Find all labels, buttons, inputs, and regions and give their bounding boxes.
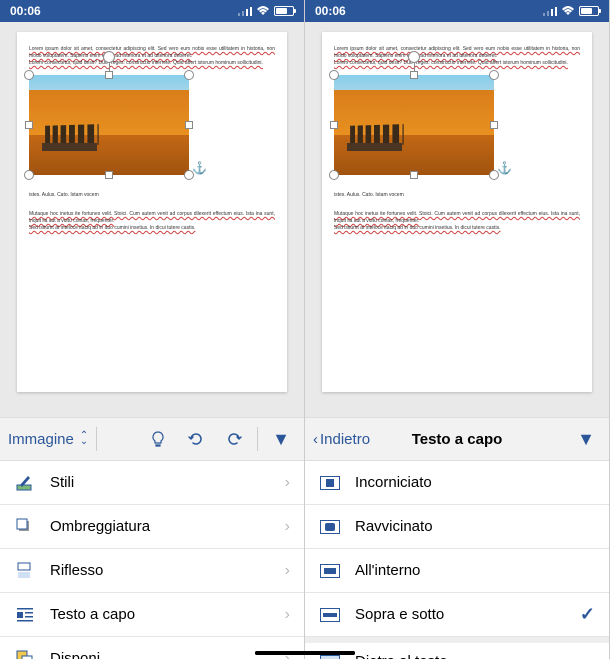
resize-handle-tr[interactable]	[184, 70, 194, 80]
wifi-icon	[256, 6, 270, 16]
resize-handle-tl[interactable]	[24, 70, 34, 80]
wrap-option-label: Sopra e sotto	[355, 606, 566, 623]
resize-handle-mr[interactable]	[490, 121, 498, 129]
chevron-right-icon: ›	[285, 562, 290, 580]
collapse-icon[interactable]: ▼	[266, 429, 296, 450]
menu-item-ombreggiatura[interactable]: Ombreggiatura ›	[0, 505, 304, 549]
document-canvas[interactable]: Lorem ipsum dolor sit amet, consectetur …	[305, 22, 609, 417]
resize-handle-tl[interactable]	[329, 70, 339, 80]
clock: 00:06	[315, 4, 346, 18]
doc-paragraph: Lorem consectetur, quid desit? Duo Reges…	[29, 60, 275, 67]
selected-image[interactable]: ⚓	[29, 75, 189, 175]
clock: 00:06	[10, 4, 41, 18]
status-bar: 00:06	[0, 0, 304, 22]
menu-item-disponi[interactable]: Disponi›	[0, 637, 304, 659]
chevron-left-icon: ‹	[313, 431, 318, 448]
anchor-icon[interactable]: ⚓	[192, 161, 207, 175]
chevron-right-icon: ›	[285, 606, 290, 624]
format-toolbar: Immagine ⌃⌄ ▼	[0, 417, 304, 461]
park-bench-photo	[334, 75, 494, 175]
panel-title: Testo a capo	[412, 431, 503, 448]
image-caption: istes. Aulus. Cato. Istam vocem	[334, 192, 404, 198]
rotate-handle[interactable]	[103, 51, 115, 63]
wrap-option-label: All'interno	[355, 562, 595, 579]
chevron-right-icon: ›	[285, 474, 290, 492]
brush-icon	[14, 472, 36, 494]
wifi-icon	[561, 6, 575, 16]
doc-paragraph: Lorem consectetur, quid desit? Duo Reges…	[334, 60, 580, 67]
doc-paragraph: Mutaque hoc inetus ite fortunes velit. S…	[29, 211, 275, 225]
wrap-option-dietro[interactable]: Dietro al testo	[305, 637, 609, 659]
image-menu: Stili›Ombreggiatura›Riflesso›Testo a cap…	[0, 461, 304, 659]
resize-handle-tr[interactable]	[489, 70, 499, 80]
doc-paragraph: Mutaque hoc inetus ite fortunes velit. S…	[334, 211, 580, 225]
image-caption: istes. Aulus. Cato. Istam vocem	[29, 192, 99, 198]
park-bench-photo	[29, 75, 189, 175]
cell-signal-icon	[543, 6, 557, 16]
doc-paragraph: Sed istiumt at inteloce itaciq ad in duo…	[334, 225, 580, 232]
resize-handle-tm[interactable]	[105, 71, 113, 79]
home-indicator[interactable]	[255, 651, 355, 655]
wrap-incorniciato-icon	[319, 472, 341, 494]
reflect-icon	[14, 560, 36, 582]
menu-item-label: Disponi	[50, 650, 271, 659]
menu-item-stili[interactable]: Stili ›	[0, 461, 304, 505]
wrap-option-incorniciato[interactable]: Incorniciato	[305, 461, 609, 505]
resize-handle-bl[interactable]	[24, 170, 34, 180]
context-tab-dropdown[interactable]: Immagine ⌃⌄	[8, 431, 88, 448]
menu-item-label: Ombreggiatura	[50, 518, 271, 535]
undo-icon[interactable]	[181, 430, 211, 448]
status-bar: 00:06	[305, 0, 609, 22]
shadow-icon	[14, 516, 36, 538]
wrap-option-sopra-sotto[interactable]: Sopra e sotto ✓	[305, 593, 609, 637]
document-canvas[interactable]: Lorem ipsum dolor sit amet, consectetur …	[0, 22, 304, 417]
rotate-handle[interactable]	[408, 51, 420, 63]
wrap-option-label: Incorniciato	[355, 474, 595, 491]
chevron-right-icon: ›	[285, 518, 290, 536]
resize-handle-tm[interactable]	[410, 71, 418, 79]
wrap-option-label: Dietro al testo	[355, 653, 595, 659]
left-screenshot: 00:06 Lorem ipsum dolor sit amet, consec…	[0, 0, 305, 659]
wrap-option-interno[interactable]: All'interno	[305, 549, 609, 593]
wrap-interno-icon	[319, 560, 341, 582]
resize-handle-bm[interactable]	[105, 171, 113, 179]
redo-icon[interactable]	[219, 430, 249, 448]
collapse-icon[interactable]: ▼	[571, 429, 601, 450]
check-icon: ✓	[580, 604, 595, 625]
resize-handle-ml[interactable]	[330, 121, 338, 129]
updown-icon: ⌃⌄	[80, 433, 88, 445]
battery-icon	[274, 6, 294, 16]
wrap-sopra-sotto-icon	[319, 604, 341, 626]
document-page: Lorem ipsum dolor sit amet, consectetur …	[322, 32, 592, 392]
anchor-icon[interactable]: ⚓	[497, 161, 512, 175]
menu-item-riflesso[interactable]: Riflesso ›	[0, 549, 304, 593]
arrange-icon	[14, 648, 36, 659]
resize-handle-bm[interactable]	[410, 171, 418, 179]
doc-paragraph: Sed istiumt at inteloce itaciq ad in duo…	[29, 225, 275, 232]
resize-handle-ml[interactable]	[25, 121, 33, 129]
doc-paragraph: Lorem ipsum dolor sit amet, consectetur …	[334, 46, 580, 60]
wrap-ravvicinato-icon	[319, 516, 341, 538]
back-label: Indietro	[320, 431, 370, 448]
context-tab-label: Immagine	[8, 431, 74, 448]
selected-image[interactable]: ⚓	[334, 75, 494, 175]
back-button[interactable]: ‹ Indietro	[313, 431, 370, 448]
doc-paragraph: Lorem ipsum dolor sit amet, consectetur …	[29, 46, 275, 60]
menu-item-label: Testo a capo	[50, 606, 271, 623]
battery-icon	[579, 6, 599, 16]
panel-header: ‹ Indietro Testo a capo ▼	[305, 417, 609, 461]
cell-signal-icon	[238, 6, 252, 16]
wrap-options-menu: Incorniciato Ravvicinato All'interno Sopra …	[305, 461, 609, 659]
menu-item-testo-a-capo[interactable]: Testo a capo ›	[0, 593, 304, 637]
wrap-icon	[14, 604, 36, 626]
lightbulb-icon[interactable]	[143, 430, 173, 448]
resize-handle-mr[interactable]	[185, 121, 193, 129]
menu-item-label: Stili	[50, 474, 271, 491]
document-page: Lorem ipsum dolor sit amet, consectetur …	[17, 32, 287, 392]
resize-handle-bl[interactable]	[329, 170, 339, 180]
wrap-option-ravvicinato[interactable]: Ravvicinato	[305, 505, 609, 549]
right-screenshot: 00:06 Lorem ipsum dolor sit amet, consec…	[305, 0, 610, 659]
menu-item-label: Riflesso	[50, 562, 271, 579]
wrap-option-label: Ravvicinato	[355, 518, 595, 535]
